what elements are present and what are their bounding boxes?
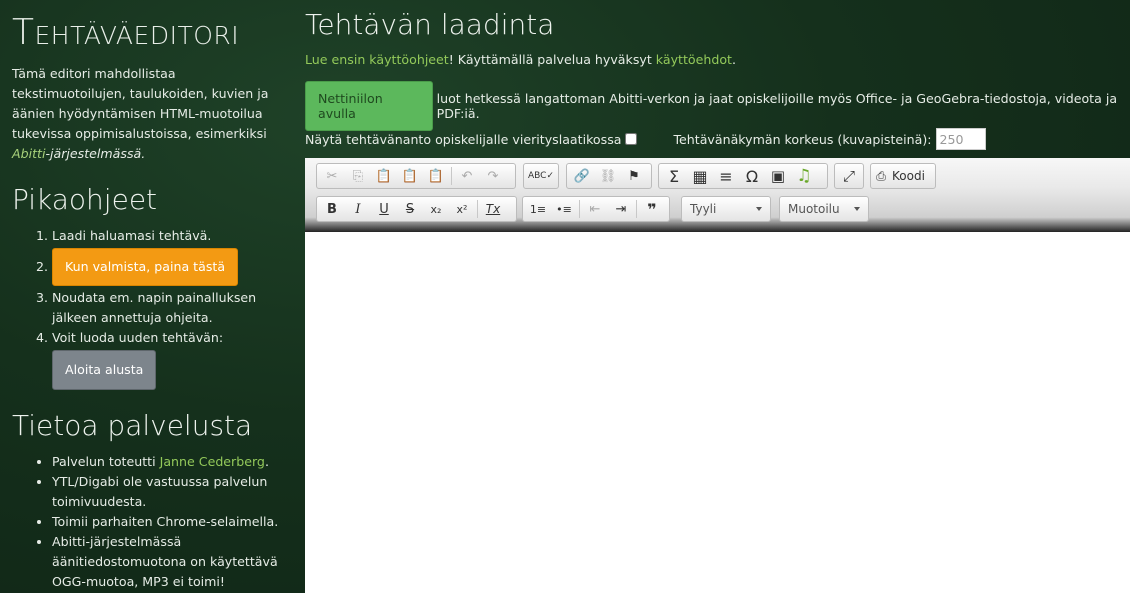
underline-icon[interactable]: U	[371, 198, 397, 220]
source-icon[interactable]: ⎙	[873, 165, 889, 187]
superscript-icon[interactable]: x²	[449, 198, 475, 220]
paste-icon[interactable]: 📋	[371, 165, 397, 187]
about-item-audio: Abitti-järjestelmässä äänitiedostomuoton…	[52, 532, 300, 592]
instructions-line: Lue ensin käyttöohjeet! Käyttämällä palv…	[305, 52, 736, 67]
horizontal-rule-icon[interactable]: ≡	[713, 165, 739, 187]
format-dropdown-label: Muotoilu	[788, 202, 840, 216]
paste-word-icon[interactable]: 📋	[423, 165, 449, 187]
about-item-disclaimer: YTL/Digabi ole vastuussa palvelun toimiv…	[52, 472, 300, 512]
about-author-suffix: .	[264, 454, 269, 469]
finish-button[interactable]: Kun valmista, paina tästä	[52, 248, 239, 286]
page-title: Tehtävän laadinta	[305, 8, 555, 41]
display-options-row: Näytä tehtävänanto opiskelijalle vierity…	[305, 128, 986, 150]
strikethrough-icon[interactable]: S	[397, 198, 423, 220]
scrollbox-label: Näytä tehtävänanto opiskelijalle vierity…	[305, 131, 622, 147]
table-icon[interactable]: ▦	[687, 165, 713, 187]
undo-icon[interactable]: ↶	[454, 165, 480, 187]
source-group: ⎙ Koodi	[870, 163, 936, 189]
instructions-mid: ! Käyttämällä palvelua hyväksyt	[448, 52, 656, 67]
about-author-prefix: Palvelun toteutti	[52, 454, 156, 469]
app-title: Tehtäväeditori	[12, 12, 240, 53]
link-group: 🔗 ⛓ ⚑	[566, 163, 652, 189]
quick-step-4-text: Voit luoda uuden tehtävän:	[52, 330, 224, 345]
restart-button[interactable]: Aloita alusta	[52, 350, 157, 390]
toolbar-separator	[477, 200, 478, 218]
quick-step-3: Noudata em. napin painalluksen jälkeen a…	[52, 288, 300, 328]
insert-group: Σ ▦ ≡ Ω ▣ ♫	[658, 163, 828, 189]
quick-step-2: Kun valmista, paina tästä	[52, 246, 300, 288]
toolbar-separator	[579, 200, 580, 218]
about-item-browser: Toimii parhaiten Chrome-selaimella.	[52, 512, 300, 532]
formatting-group: B I U S x₂ x² Tx	[316, 196, 517, 222]
paste-text-icon[interactable]: 📋	[397, 165, 423, 187]
format-dropdown[interactable]: Muotoilu	[779, 196, 869, 222]
source-button-label[interactable]: Koodi	[892, 169, 925, 183]
audio-icon[interactable]: ♫	[791, 165, 817, 187]
about-title: Tietoa palvelusta	[12, 409, 253, 442]
image-icon[interactable]: ▣	[765, 165, 791, 187]
intro-suffix: -järjestelmässä.	[45, 146, 146, 161]
redo-icon[interactable]: ↷	[480, 165, 506, 187]
quick-guide-list: Laadi haluamasi tehtävä. Kun valmista, p…	[12, 226, 300, 390]
style-dropdown-label: Tyyli	[690, 202, 717, 216]
chevron-down-icon	[854, 207, 860, 211]
blockquote-icon[interactable]: ❞	[639, 198, 665, 220]
chevron-down-icon	[756, 207, 762, 211]
toolbar-separator	[636, 200, 637, 218]
indent-icon[interactable]: ⇥	[608, 198, 634, 220]
author-link[interactable]: Janne Cederberg	[160, 454, 265, 469]
numbered-list-icon[interactable]: 1≡	[525, 198, 551, 220]
copy-icon[interactable]: ⎘	[345, 165, 371, 187]
about-item-author: Palvelun toteutti Janne Cederberg.	[52, 452, 300, 472]
quick-guide-title: Pikaohjeet	[12, 183, 158, 216]
about-list: Palvelun toteutti Janne Cederberg. YTL/D…	[12, 452, 300, 592]
clipboard-group: ✂ ⎘ 📋 📋 📋 ↶ ↷	[316, 163, 516, 189]
abitti-link[interactable]: Abitti	[12, 146, 45, 161]
style-dropdown[interactable]: Tyyli	[681, 196, 771, 222]
cut-icon[interactable]: ✂	[319, 165, 345, 187]
maximize-icon[interactable]: ⤢	[837, 165, 861, 187]
sum-icon[interactable]: Σ	[661, 165, 687, 187]
sidebar: Tehtäväeditori Tämä editori mahdollistaa…	[0, 0, 300, 593]
special-char-icon[interactable]: Ω	[739, 165, 765, 187]
bold-icon[interactable]: B	[319, 198, 345, 220]
link-icon[interactable]: 🔗	[569, 165, 595, 187]
italic-icon[interactable]: I	[345, 198, 371, 220]
network-text: luot hetkessä langattoman Abitti-verkon …	[436, 91, 1118, 121]
nettiniilo-button[interactable]: Nettiniilon avulla	[305, 81, 433, 131]
scrollbox-checkbox[interactable]	[625, 133, 638, 145]
toolbar-separator	[451, 167, 452, 185]
terms-link[interactable]: käyttöehdot	[656, 52, 732, 67]
quick-step-1: Laadi haluamasi tehtävä.	[52, 226, 300, 246]
anchor-flag-icon[interactable]: ⚑	[621, 165, 647, 187]
quick-step-4: Voit luoda uuden tehtävän: Aloita alusta	[52, 328, 300, 390]
terms-suffix: .	[731, 52, 736, 67]
editor-content-area[interactable]	[305, 232, 1130, 593]
bullet-list-icon[interactable]: •≡	[551, 198, 577, 220]
maximize-group: ⤢	[834, 163, 864, 189]
subscript-icon[interactable]: x₂	[423, 198, 449, 220]
height-input[interactable]	[935, 128, 986, 150]
unlink-icon[interactable]: ⛓	[595, 165, 621, 187]
instructions-link[interactable]: Lue ensin käyttöohjeet	[305, 52, 449, 67]
intro-text: Tämä editori mahdollistaa tekstimuotoilu…	[12, 66, 269, 141]
spellcheck-icon[interactable]: ABC✓	[526, 165, 556, 187]
outdent-icon[interactable]: ⇤	[582, 198, 608, 220]
height-label: Tehtävänäkymän korkeus (kuvapisteinä):	[673, 131, 932, 147]
remove-format-icon[interactable]: Tx	[480, 198, 506, 220]
network-row: Nettiniilon avulla luot hetkessä langatt…	[305, 81, 1130, 131]
intro-paragraph: Tämä editori mahdollistaa tekstimuotoilu…	[12, 64, 274, 164]
list-group: 1≡ •≡ ⇤ ⇥ ❞	[522, 196, 670, 222]
spellcheck-group: ABC✓	[523, 163, 559, 189]
rich-text-editor: ✂ ⎘ 📋 📋 📋 ↶ ↷ ABC✓ 🔗 ⛓ ⚑ Σ ▦ ≡ Ω ▣ ♫ ⤢ ⎙…	[305, 158, 1130, 593]
editor-toolbar: ✂ ⎘ 📋 📋 📋 ↶ ↷ ABC✓ 🔗 ⛓ ⚑ Σ ▦ ≡ Ω ▣ ♫ ⤢ ⎙…	[305, 158, 1130, 232]
